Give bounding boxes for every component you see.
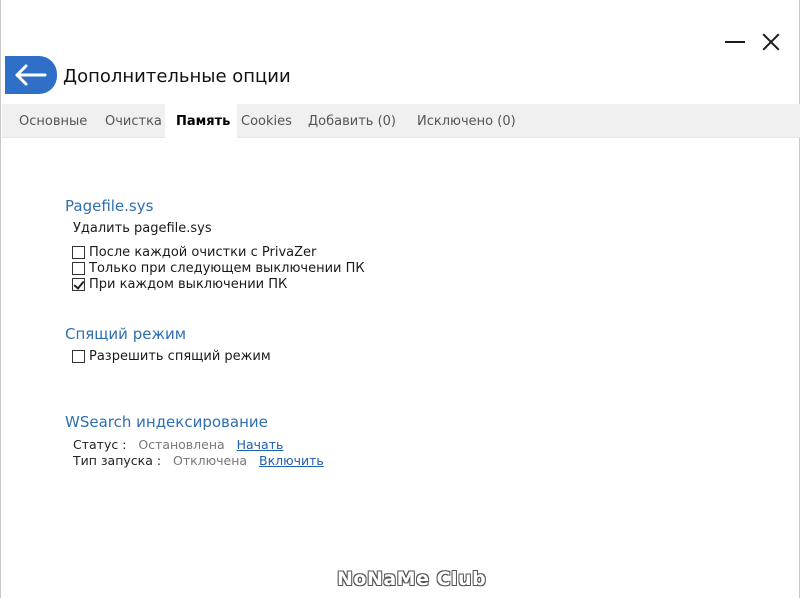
startup-type-value: Отключена — [172, 453, 248, 468]
tab-excluded[interactable]: Исключено (0) — [417, 114, 516, 129]
status-value: Остановлена — [138, 437, 225, 452]
checkbox-label: При каждом выключении ПК — [89, 277, 288, 292]
startup-type-label: Тип запуска : — [73, 453, 162, 468]
app-window: Дополнительные опции Основные Очистка Па… — [0, 0, 800, 598]
close-icon[interactable] — [761, 32, 781, 52]
checkbox-after-each-cleanup[interactable]: После каждой очистки с PrivaZer — [72, 245, 316, 260]
checkbox-checked[interactable] — [72, 278, 85, 291]
section-title-wsearch: WSearch индексирование — [65, 413, 268, 431]
checkbox-label: Только при следующем выключении ПК — [89, 261, 365, 276]
back-button[interactable] — [5, 56, 57, 94]
tab-bar: Основные Очистка Память Cookies Добавить… — [2, 104, 800, 138]
section-title-sleep: Спящий режим — [65, 325, 187, 343]
main-content: Pagefile.sys Удалить pagefile.sys После … — [1, 138, 800, 598]
minimize-icon[interactable] — [725, 32, 745, 52]
checkbox-next-shutdown[interactable]: Только при следующем выключении ПК — [72, 261, 365, 276]
section-title-pagefile: Pagefile.sys — [65, 197, 154, 215]
checkbox[interactable] — [72, 246, 85, 259]
checkbox-label: Разрешить спящий режим — [89, 349, 271, 364]
wsearch-startup-row: Тип запуска : Отключена Включить — [73, 453, 324, 468]
arrow-left-icon — [15, 64, 47, 86]
start-link[interactable]: Начать — [237, 437, 284, 452]
checkbox-allow-sleep[interactable]: Разрешить спящий режим — [72, 349, 271, 364]
tab-cookies[interactable]: Cookies — [241, 114, 292, 129]
checkbox[interactable] — [72, 262, 85, 275]
wsearch-status-row: Статус : Остановлена Начать — [73, 437, 283, 452]
tab-add[interactable]: Добавить (0) — [308, 114, 396, 129]
pagefile-subtitle: Удалить pagefile.sys — [73, 221, 212, 236]
checkbox[interactable] — [72, 350, 85, 363]
tab-memory[interactable]: Память — [176, 114, 230, 129]
watermark: NoNaMe Club — [337, 568, 487, 590]
status-label: Статус : — [73, 437, 127, 452]
window-controls — [725, 32, 781, 52]
checkbox-label: После каждой очистки с PrivaZer — [89, 245, 317, 260]
tab-general[interactable]: Основные — [19, 114, 87, 129]
tab-cleanup[interactable]: Очистка — [105, 114, 162, 129]
enable-link[interactable]: Включить — [259, 453, 324, 468]
checkbox-every-shutdown[interactable]: При каждом выключении ПК — [72, 277, 287, 292]
page-title: Дополнительные опции — [63, 66, 291, 87]
